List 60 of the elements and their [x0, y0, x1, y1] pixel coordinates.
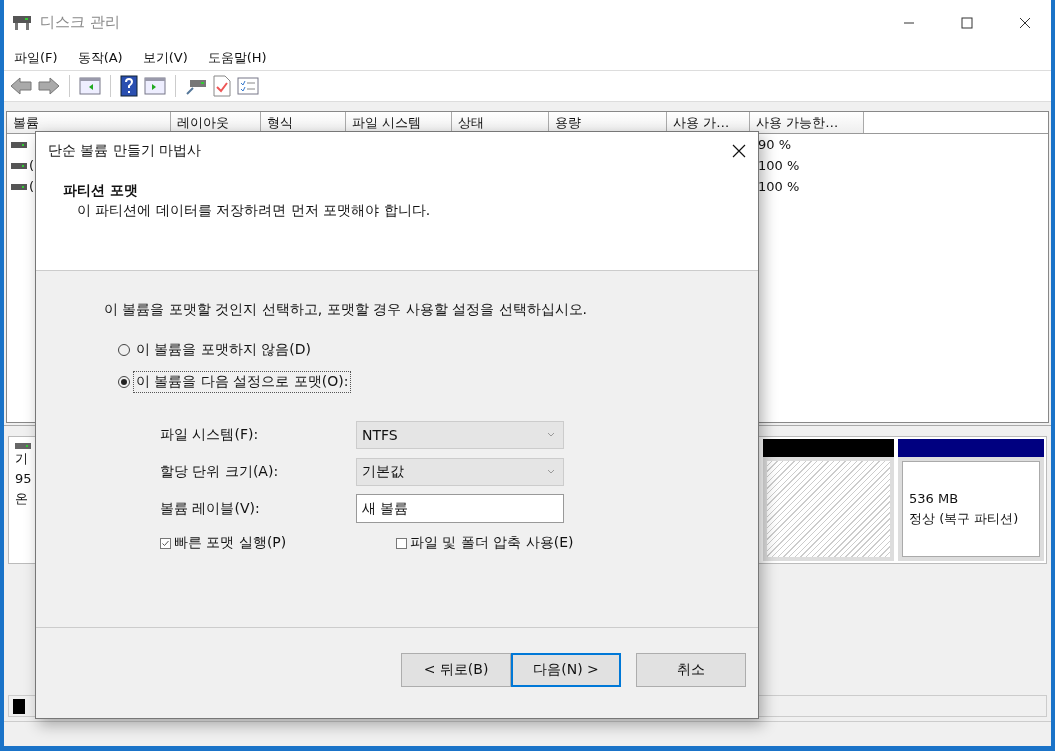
drive-icon — [11, 182, 27, 191]
checkbox-label[interactable]: 빠른 포맷 실행(P) — [174, 534, 287, 552]
disk-icon — [12, 13, 32, 32]
menu-item[interactable]: 보기(V) — [142, 48, 188, 67]
table-cell: ( — [29, 158, 35, 173]
checkbox[interactable] — [396, 537, 407, 549]
table-cell: ( — [29, 179, 35, 194]
radio-label[interactable]: 이 볼륨을 포맷하지 않음(D) — [133, 339, 315, 361]
table-cell: 100 % — [758, 158, 800, 173]
radio-label[interactable]: 이 볼륨을 다음 설정으로 포맷(O): — [133, 371, 352, 393]
forward-arrow-icon[interactable] — [38, 77, 60, 95]
dropdown[interactable]: NTFS — [356, 420, 564, 449]
disk-info-text: 온 — [15, 490, 28, 508]
page-subheading: 이 파티션에 데이터를 저장하려면 먼저 포맷해야 합니다. — [76, 202, 432, 220]
checkbox[interactable] — [160, 537, 171, 549]
column-header[interactable]: 볼륨 — [7, 112, 171, 133]
table-cell: 100 % — [758, 179, 800, 194]
dropdown[interactable]: 기본값 — [356, 457, 564, 486]
field-label: 할당 단위 크기(A): — [160, 462, 280, 481]
field-label: 볼륨 레이블(V): — [160, 499, 261, 518]
maximize-icon[interactable] — [961, 16, 973, 29]
next-button[interactable]: 다음(N) > — [511, 653, 621, 687]
drive-icon — [11, 161, 27, 170]
help-icon[interactable] — [120, 75, 138, 97]
menu-item[interactable]: 동작(A) — [77, 48, 123, 67]
table-cell: 90 % — [758, 137, 792, 152]
checklist-icon[interactable] — [237, 76, 259, 96]
dialog-title: 단순 볼륨 만들기 마법사 — [48, 142, 202, 160]
caret-icon — [547, 432, 555, 437]
pane-icon[interactable] — [144, 76, 166, 96]
partition-status: 정상 (복구 파티션) — [909, 510, 1020, 528]
close-icon[interactable] — [732, 144, 746, 158]
column-header[interactable]: 레이아웃 — [171, 112, 261, 133]
partition-block[interactable]: 536 MB 정상 (복구 파티션) — [902, 461, 1040, 557]
column-header[interactable]: 상태 — [452, 112, 549, 133]
input-field[interactable]: 새 볼륨 — [356, 494, 564, 523]
disk-info-text: 기 — [15, 450, 28, 468]
page-heading: 파티션 포맷 — [63, 182, 139, 200]
column-header[interactable]: 사용 가능한… — [750, 112, 864, 133]
menu-item[interactable]: 도움말(H) — [207, 48, 267, 67]
disk-info-text: 95 — [15, 470, 32, 488]
drive-icon — [15, 443, 31, 449]
checkbox-label[interactable]: 파일 및 폴더 압축 사용(E) — [410, 534, 574, 552]
column-header[interactable]: 용량 — [549, 112, 667, 133]
back-button[interactable]: < 뒤로(B) — [401, 653, 511, 687]
field-label: 파일 시스템(F): — [160, 425, 260, 444]
caret-icon — [547, 469, 555, 474]
close-icon[interactable] — [1019, 16, 1031, 29]
column-header[interactable]: 사용 가… — [667, 112, 750, 133]
column-header[interactable]: 파일 시스템 — [346, 112, 452, 133]
pane-icon[interactable] — [79, 76, 101, 96]
partition-size: 536 MB — [909, 490, 960, 508]
instruction-text: 이 볼륨을 포맷할 것인지 선택하고, 포맷할 경우 사용할 설정을 선택하십시오. — [104, 301, 588, 319]
column-header[interactable]: 형식 — [261, 112, 346, 133]
cancel-button[interactable]: 취소 — [636, 653, 746, 687]
back-arrow-icon[interactable] — [10, 77, 32, 95]
drive-icon — [11, 140, 27, 149]
window-title: 디스크 관리 — [40, 13, 120, 32]
checked-document-icon[interactable] — [213, 75, 231, 97]
menu-item[interactable]: 파일(F) — [14, 48, 58, 67]
